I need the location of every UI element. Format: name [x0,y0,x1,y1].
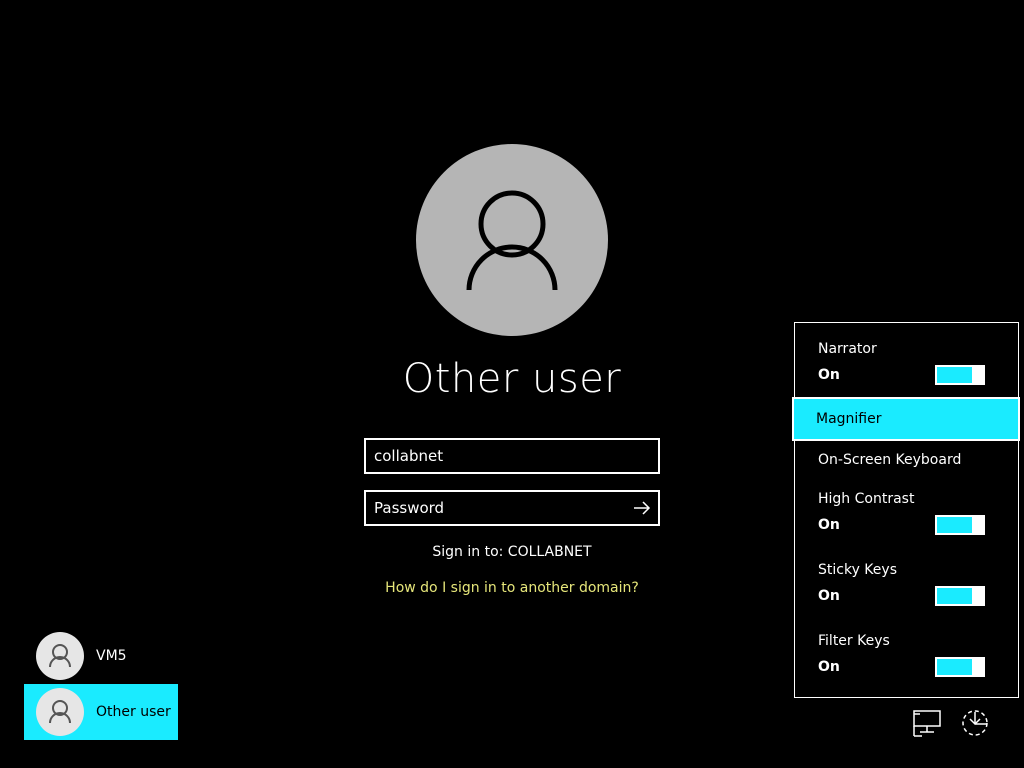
narrator-toggle[interactable] [935,365,985,385]
domain-help-link[interactable]: How do I sign in to another domain? [312,580,712,596]
avatar [36,688,84,736]
user-avatar [416,144,608,336]
password-field[interactable]: Password [364,490,660,526]
page-title: Other user [402,356,622,402]
person-icon [466,190,558,291]
high-contrast-toggle[interactable] [935,515,985,535]
user-tile-label: VM5 [96,648,127,664]
high-contrast-label: High Contrast [818,491,915,507]
network-icon[interactable] [910,706,944,740]
user-tile-other-user[interactable]: Other user [24,684,178,740]
on-screen-keyboard-label: On-Screen Keyboard [818,452,962,468]
sign-in-domain: Sign in to: COLLABNET [432,544,592,560]
user-tile-vm5[interactable]: VM5 [24,628,178,684]
ease-of-access-icon[interactable] [958,706,992,740]
narrator-state: On [818,367,840,383]
high-contrast-option[interactable]: High Contrast On [795,489,1018,539]
ease-of-access-menu: Narrator On Magnifier On-Screen Keyboard… [792,322,1020,698]
narrator-option[interactable]: Narrator On [795,337,1018,387]
high-contrast-state: On [818,517,840,533]
filter-keys-option[interactable]: Filter Keys On [795,631,1018,681]
filter-keys-state: On [818,659,840,675]
magnifier-option[interactable]: Magnifier [792,397,1020,441]
person-icon [49,644,71,668]
sticky-keys-toggle[interactable] [935,586,985,606]
password-placeholder: Password [374,499,445,517]
username-field[interactable]: collabnet [364,438,660,474]
filter-keys-toggle[interactable] [935,657,985,677]
on-screen-keyboard-option[interactable]: On-Screen Keyboard [795,447,1018,477]
filter-keys-label: Filter Keys [818,633,890,649]
user-tile-label: Other user [96,704,171,720]
username-value: collabnet [374,447,444,465]
sticky-keys-option[interactable]: Sticky Keys On [795,560,1018,610]
narrator-label: Narrator [818,341,877,357]
sticky-keys-state: On [818,588,840,604]
lock-screen: Other user collabnet Password Sign in to… [0,0,1024,768]
magnifier-label: Magnifier [816,411,882,427]
person-icon [49,700,71,724]
sticky-keys-label: Sticky Keys [818,562,897,578]
avatar [36,632,84,680]
arrow-right-icon[interactable] [632,498,652,518]
